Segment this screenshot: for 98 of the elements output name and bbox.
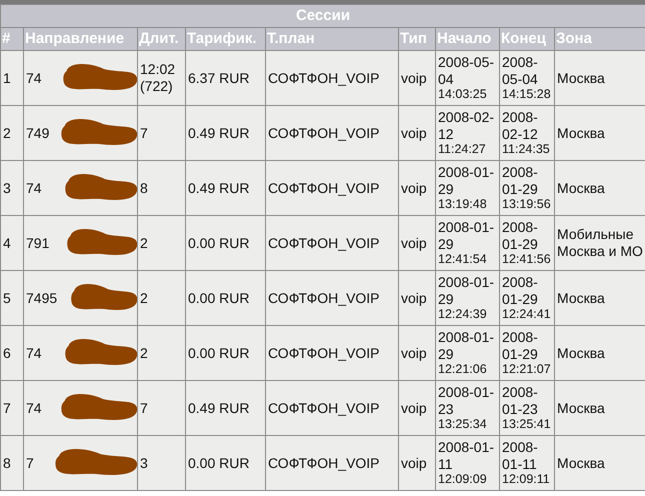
table-cell: 2 (138, 270, 186, 326)
table-cell: 5 (0, 270, 24, 326)
phone-number: 749 (26, 124, 50, 141)
table-cell: voip (398, 380, 436, 436)
table-cell: 3 (0, 160, 24, 216)
table-cell: 6.37 RUR (186, 50, 266, 106)
table-cell: СОФТФОН_VOIP (266, 380, 398, 436)
phone-number: 7 (26, 454, 34, 471)
phone-number: 74 (26, 180, 42, 196)
date-text: 2008-02-12 (502, 108, 539, 142)
date-text: 2008-01-29 (502, 218, 539, 252)
date-text: 2008-01-29 (502, 164, 539, 198)
table-cell: СОФТФОН_VOIP (266, 270, 398, 326)
table-cell: voip (398, 106, 436, 160)
phone-number: 791 (26, 234, 50, 251)
time-text: 14:03:25 (438, 87, 488, 102)
date-text: 2008-05-04 (438, 54, 496, 88)
phone-number: 74 (26, 70, 42, 86)
table-cell: 0.49 RUR (186, 160, 266, 216)
time-text: 13:25:34 (438, 417, 488, 432)
table-cell: 8 (0, 436, 24, 490)
time-text: 12:24:39 (438, 307, 488, 322)
time-text: 13:19:56 (502, 197, 552, 212)
date-text: 2008-01-29 (438, 274, 496, 308)
time-text: 12:41:56 (502, 252, 552, 268)
table-cell: 0.00 RUR (186, 326, 266, 380)
column-header: Тип (398, 28, 436, 50)
table-cell: СОФТФОН_VOIP (266, 106, 398, 160)
date-text: 2008-01-29 (438, 328, 496, 362)
column-header: Длит. (138, 28, 186, 50)
table-cell: Москва (554, 326, 645, 380)
time-text: 11:24:27 (438, 142, 487, 158)
time-text: 12:24:41 (502, 307, 552, 322)
column-header: # (0, 28, 24, 50)
date-text: 2008-02-12 (438, 108, 496, 142)
date-text: 2008-01-11 (438, 438, 496, 472)
table-cell: Москва (554, 436, 645, 490)
table-title: Сессии (0, 4, 645, 28)
table-cell: Москва (554, 270, 645, 326)
table-cell: СОФТФОН_VOIP (266, 50, 398, 106)
phone-number: 7495 (26, 290, 58, 306)
date-text: 2008-01-29 (438, 164, 496, 198)
table-cell: СОФТФОН_VOIP (266, 436, 398, 490)
time-text: 12:21:07 (502, 362, 552, 378)
table-cell: 0.49 RUR (186, 380, 266, 436)
date-text: 2008-01-11 (502, 438, 539, 472)
table-cell: voip (398, 50, 436, 106)
column-header: Т.план (266, 28, 398, 50)
time-text: 13:25:41 (502, 417, 552, 432)
date-text: 2008-01-23 (438, 384, 496, 418)
table-cell: 0.00 RUR (186, 216, 266, 270)
time-text: 13:19:48 (438, 197, 488, 212)
time-text: 12:21:06 (438, 362, 488, 378)
phone-number: 74 (26, 344, 42, 361)
table-cell: Москва (554, 106, 645, 160)
phone-number: 74 (26, 400, 42, 416)
table-cell: 8 (138, 160, 186, 216)
table-cell: 3 (138, 436, 186, 490)
column-header: Зона (554, 28, 645, 50)
table-cell: 12:02 (722) (138, 50, 186, 106)
date-text: 2008-01-29 (502, 328, 539, 362)
table-cell: voip (398, 216, 436, 270)
table-cell: voip (398, 270, 436, 326)
table-cell: 0.49 RUR (186, 106, 266, 160)
time-text: 12:09:11 (502, 472, 551, 488)
column-header: Тарифик. (186, 28, 266, 50)
table-cell: voip (398, 436, 436, 490)
column-header: Начало (436, 28, 500, 50)
table-cell: 2 (138, 326, 186, 380)
table-cell: 1 (0, 50, 24, 106)
date-text: 2008-01-29 (502, 274, 539, 308)
time-text: 12:09:09 (438, 472, 488, 488)
table-cell: voip (398, 160, 436, 216)
table-cell: 2 (0, 106, 24, 160)
date-text: 2008-01-29 (438, 218, 496, 252)
table-cell: 4 (0, 216, 24, 270)
time-text: 14:15:28 (502, 87, 552, 102)
table-cell: 7 (138, 106, 186, 160)
time-text: 11:24:35 (502, 142, 551, 158)
table-cell: 0.00 RUR (186, 270, 266, 326)
column-header: Конец (500, 28, 554, 50)
table-cell: 7 (138, 380, 186, 436)
table-cell: Москва (554, 380, 645, 436)
table-cell: СОФТФОН_VOIP (266, 326, 398, 380)
table-cell: Москва (554, 50, 645, 106)
table-cell: СОФТФОН_VOIP (266, 216, 398, 270)
table-cell: 6 (0, 326, 24, 380)
table-cell: СОФТФОН_VOIP (266, 160, 398, 216)
table-cell: voip (398, 326, 436, 380)
table-cell: 7 (0, 380, 24, 436)
table-cell: 2 (138, 216, 186, 270)
date-text: 2008-01-23 (502, 384, 539, 418)
table-cell: 0.00 RUR (186, 436, 266, 490)
table-cell: Москва (554, 160, 645, 216)
table-cell: Мобильные Москва и МО (554, 216, 645, 270)
time-text: 12:41:54 (438, 252, 488, 268)
column-header: Направление (24, 28, 138, 50)
date-text: 2008-05-04 (502, 54, 539, 88)
